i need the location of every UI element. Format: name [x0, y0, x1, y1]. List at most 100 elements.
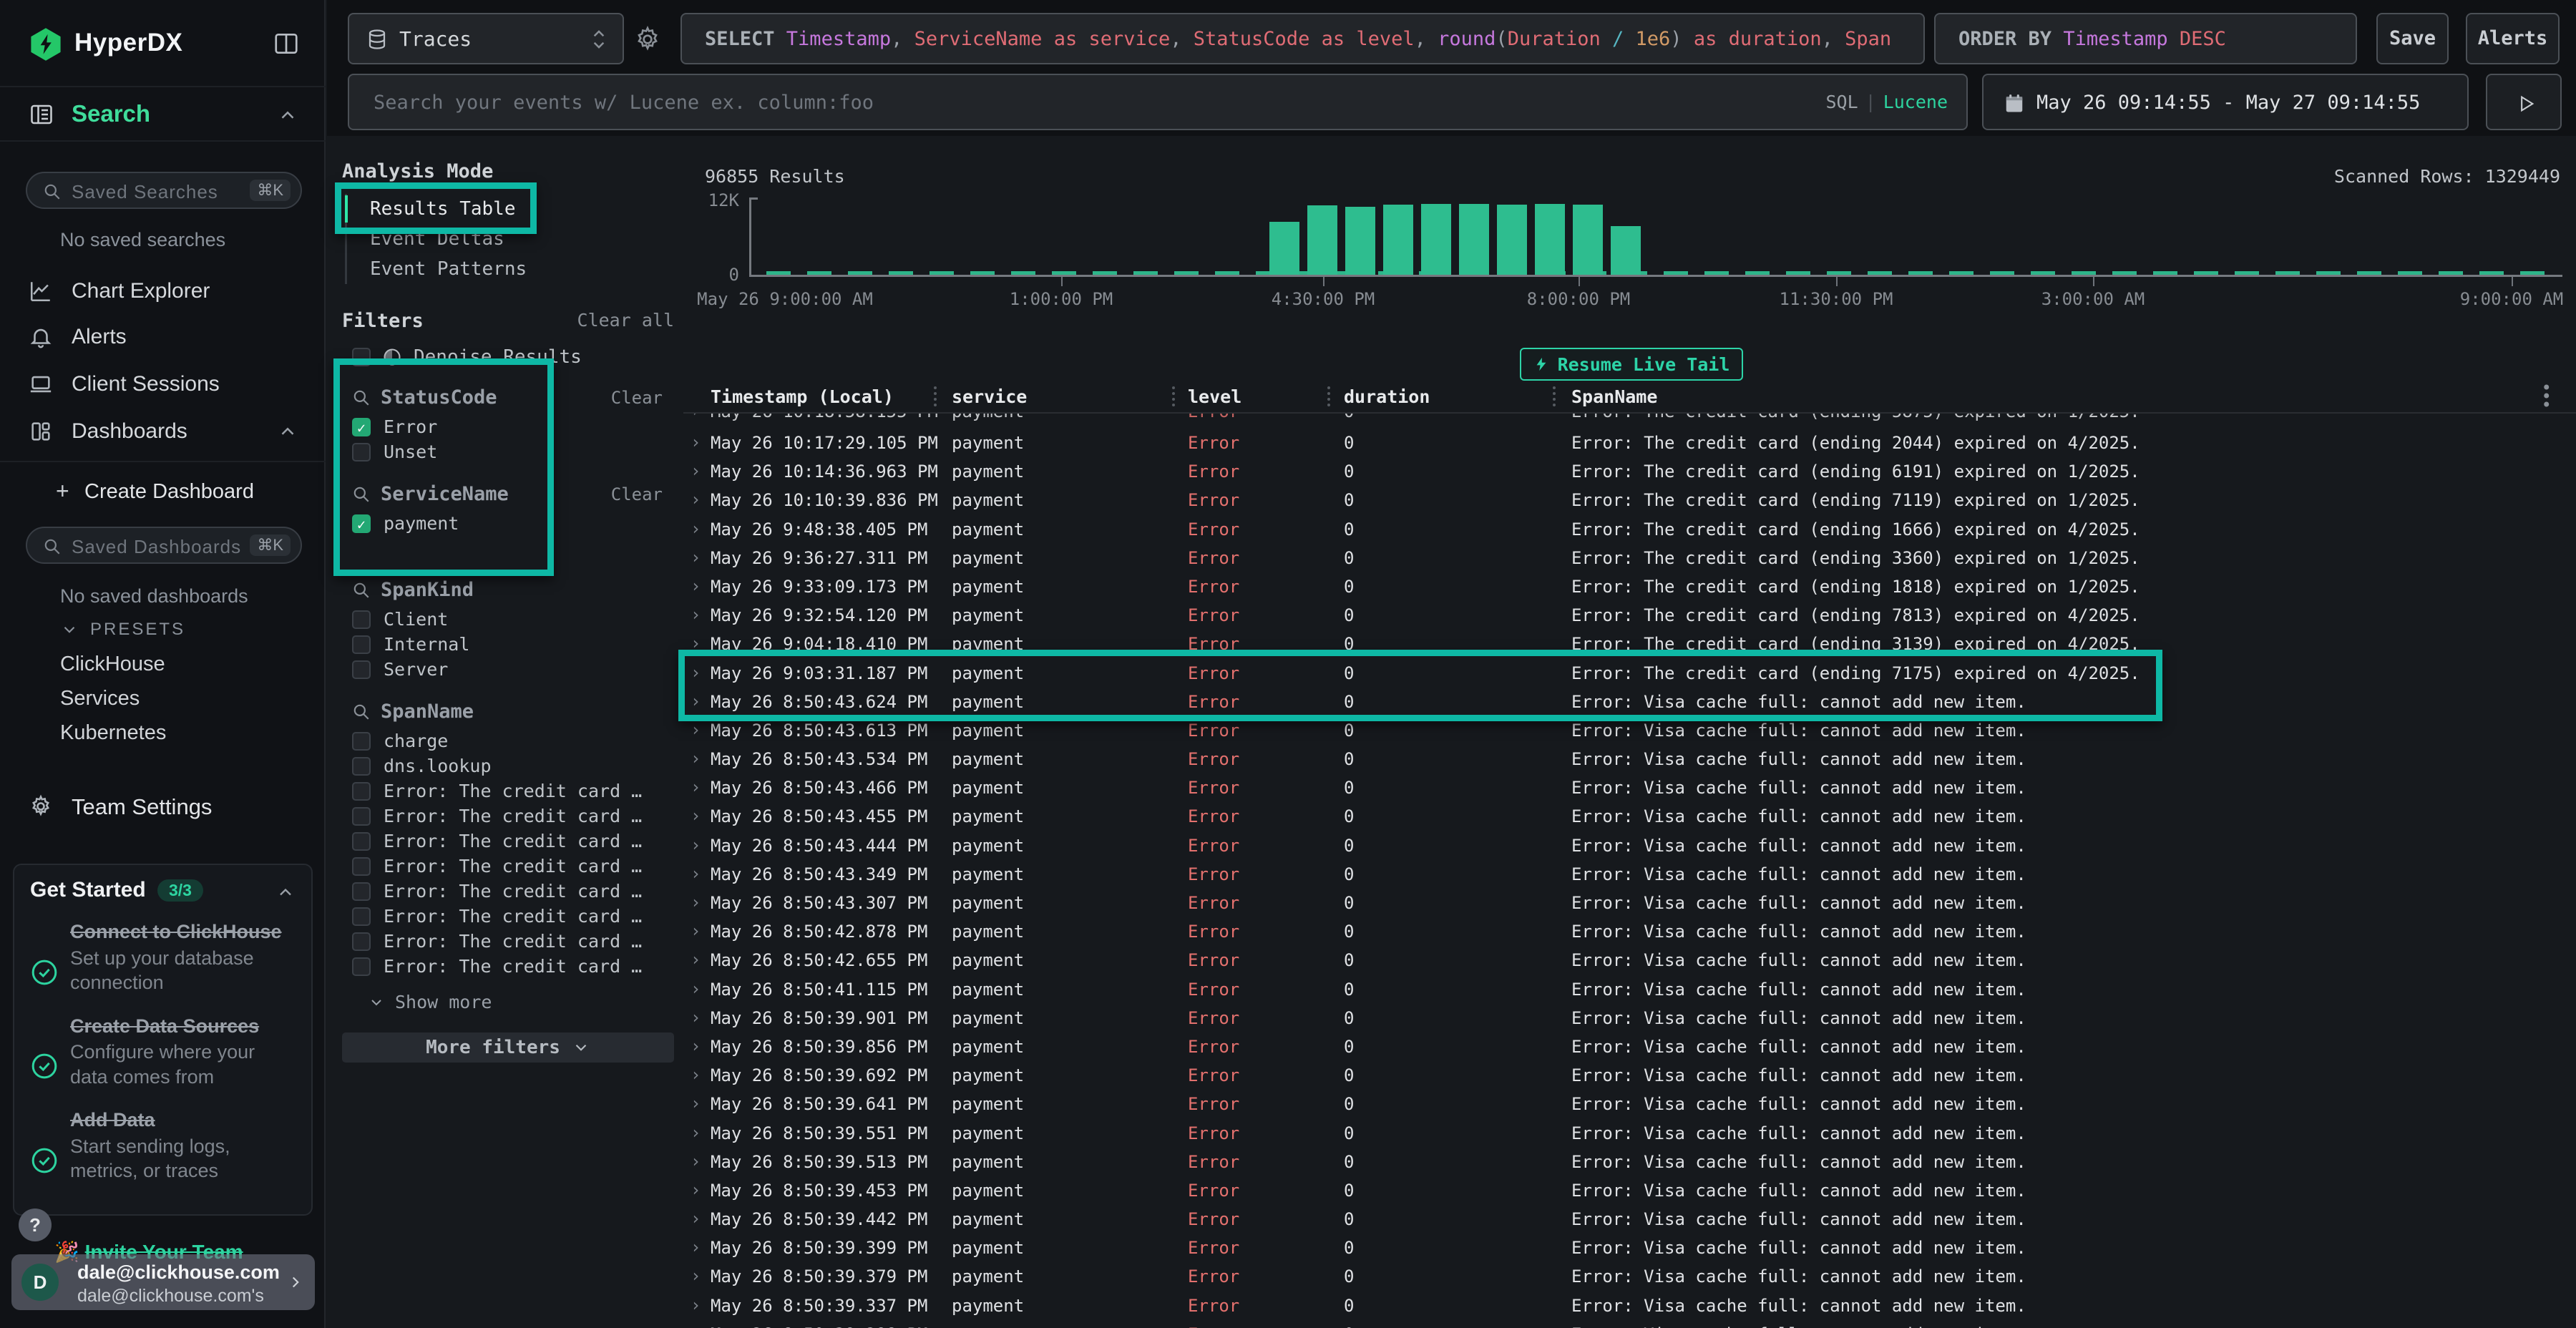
table-row[interactable]: ›May 26 8:50:39.453 PMpaymentError0Error…: [683, 1176, 2576, 1204]
table-row[interactable]: ›May 26 8:50:43.349 PMpaymentError0Error…: [683, 859, 2576, 888]
mode-event-deltas[interactable]: Event Deltas: [347, 224, 680, 254]
denoise-results-row[interactable]: Denoise Results: [352, 346, 680, 368]
alerts-button[interactable]: Alerts: [2466, 13, 2560, 64]
filter-checkbox[interactable]: ✓: [352, 514, 371, 533]
table-row[interactable]: ›May 26 8:50:43.624 PMpaymentError0Error…: [683, 687, 2576, 716]
preset-kubernetes[interactable]: Kubernetes: [60, 721, 166, 745]
table-row[interactable]: ›May 26 8:50:39.442 PMpaymentError0Error…: [683, 1204, 2576, 1233]
filter-option[interactable]: charge: [352, 728, 673, 753]
row-expand-chevron-icon[interactable]: ›: [691, 949, 701, 970]
run-query-button[interactable]: [2486, 74, 2562, 130]
sidebar-item-dashboards[interactable]: Dashboards: [0, 411, 326, 451]
histogram-bar[interactable]: [1573, 205, 1603, 275]
row-expand-chevron-icon[interactable]: ›: [691, 576, 701, 596]
col-timestamp[interactable]: Timestamp (Local): [711, 386, 894, 407]
get-started-item[interactable]: Add DataStart sending logs, metrics, or …: [14, 1100, 311, 1195]
table-row[interactable]: ›May 26 8:50:39.901 PMpaymentError0Error…: [683, 1003, 2576, 1032]
row-expand-chevron-icon[interactable]: ›: [691, 720, 701, 740]
filter-option[interactable]: Unset: [352, 439, 673, 464]
column-resize-handle[interactable]: [934, 386, 937, 406]
histogram-bar[interactable]: [1383, 205, 1413, 275]
histogram-bar[interactable]: [1497, 205, 1527, 275]
row-expand-chevron-icon[interactable]: ›: [691, 892, 701, 912]
mode-event-patterns[interactable]: Event Patterns: [347, 254, 680, 284]
row-expand-chevron-icon[interactable]: ›: [691, 1093, 701, 1113]
filter-checkbox[interactable]: [352, 610, 371, 629]
table-row[interactable]: ›May 26 8:50:39.379 PMpaymentError0Error…: [683, 1261, 2576, 1290]
filter-checkbox[interactable]: [352, 807, 371, 826]
more-filters-button[interactable]: More filters: [342, 1032, 674, 1063]
language-toggle[interactable]: SQL|Lucene: [1825, 92, 1948, 112]
table-row[interactable]: ›May 26 8:50:42.878 PMpaymentError0Error…: [683, 917, 2576, 945]
table-row[interactable]: ›May 26 8:50:43.466 PMpaymentError0Error…: [683, 773, 2576, 801]
row-expand-chevron-icon[interactable]: ›: [691, 691, 701, 711]
row-expand-chevron-icon[interactable]: ›: [691, 1151, 701, 1171]
filter-checkbox[interactable]: [352, 882, 371, 901]
row-expand-chevron-icon[interactable]: ›: [691, 1065, 701, 1085]
toggle-lucene[interactable]: Lucene: [1883, 92, 1948, 112]
mode-results-table[interactable]: Results Table: [347, 194, 680, 224]
row-expand-chevron-icon[interactable]: ›: [691, 1180, 701, 1200]
row-expand-chevron-icon[interactable]: ›: [691, 1324, 701, 1328]
table-row[interactable]: ›May 26 8:50:39.399 PMpaymentError0Error…: [683, 1233, 2576, 1261]
filter-option[interactable]: dns.lookup: [352, 753, 673, 778]
denoise-checkbox[interactable]: [352, 348, 371, 366]
filter-option[interactable]: Error: The credit card …: [352, 778, 673, 804]
table-row[interactable]: ›May 26 8:50:39.551 PMpaymentError0Error…: [683, 1118, 2576, 1147]
table-row[interactable]: ›May 26 8:50:43.444 PMpaymentError0Error…: [683, 831, 2576, 859]
col-service[interactable]: service: [952, 386, 1027, 407]
sidebar-item-search[interactable]: Search: [0, 92, 326, 139]
help-button[interactable]: ?: [19, 1209, 52, 1241]
chevron-up-icon[interactable]: [277, 104, 298, 126]
row-expand-chevron-icon[interactable]: ›: [691, 1123, 701, 1143]
histogram-bar[interactable]: [1307, 205, 1337, 275]
histogram-bar[interactable]: [1345, 207, 1375, 275]
chevron-up-icon[interactable]: [277, 421, 298, 442]
filter-option[interactable]: Error: The credit card …: [352, 954, 673, 979]
column-menu-icon[interactable]: •••: [2542, 384, 2552, 409]
histogram-baseline-buckets[interactable]: [766, 271, 2555, 275]
row-expand-chevron-icon[interactable]: ›: [691, 777, 701, 797]
search-icon[interactable]: [352, 581, 371, 600]
save-button[interactable]: Save: [2376, 13, 2449, 64]
table-row[interactable]: ›May 26 8:50:39.856 PMpaymentError0Error…: [683, 1032, 2576, 1060]
row-expand-chevron-icon[interactable]: ›: [691, 489, 701, 509]
order-by-editor[interactable]: ORDER BY Timestamp DESC: [1934, 13, 2357, 64]
preset-clickhouse[interactable]: ClickHouse: [60, 653, 165, 676]
table-row[interactable]: ›May 26 9:33:09.173 PMpaymentError0Error…: [683, 572, 2576, 600]
table-row[interactable]: ›May 26 9:32:54.120 PMpaymentError0Error…: [683, 600, 2576, 629]
table-row[interactable]: ›May 26 9:03:31.187 PMpaymentError0Error…: [683, 658, 2576, 687]
filter-checkbox[interactable]: [352, 857, 371, 876]
histogram-bar[interactable]: [1611, 226, 1641, 275]
sidebar-item-alerts[interactable]: Alerts: [0, 316, 326, 356]
table-row[interactable]: ›May 26 8:50:42.655 PMpaymentError0Error…: [683, 945, 2576, 974]
filter-option[interactable]: Client: [352, 607, 673, 632]
search-icon[interactable]: [352, 389, 371, 407]
row-expand-chevron-icon[interactable]: ›: [691, 605, 701, 625]
row-expand-chevron-icon[interactable]: ›: [691, 547, 701, 567]
filter-option[interactable]: Server: [352, 657, 673, 682]
table-row[interactable]: ›May 26 8:50:43.307 PMpaymentError0Error…: [683, 888, 2576, 917]
histogram-bar[interactable]: [1535, 204, 1565, 275]
table-row[interactable]: ›May 26 9:48:38.405 PMpaymentError0Error…: [683, 514, 2576, 543]
source-settings-gear-icon[interactable]: [633, 25, 662, 54]
table-row[interactable]: ›May 26 10:10:39.836 PMpaymentError0Erro…: [683, 485, 2576, 514]
date-range-picker[interactable]: May 26 09:14:55 - May 27 09:14:55: [1982, 74, 2469, 130]
filter-option[interactable]: ✓payment: [352, 511, 673, 536]
row-expand-chevron-icon[interactable]: ›: [691, 519, 701, 539]
table-row[interactable]: ›May 26 10:14:36.963 PMpaymentError0Erro…: [683, 456, 2576, 485]
sidebar-item-team-settings[interactable]: Team Settings: [0, 786, 326, 826]
presets-header[interactable]: PRESETS: [60, 620, 185, 640]
search-icon[interactable]: [352, 703, 371, 721]
row-expand-chevron-icon[interactable]: ›: [691, 633, 701, 653]
sidebar-collapse-icon[interactable]: [273, 30, 300, 57]
table-row[interactable]: ›May 26 8:50:41.115 PMpaymentError0Error…: [683, 975, 2576, 1003]
row-expand-chevron-icon[interactable]: ›: [691, 663, 701, 683]
table-row[interactable]: ›May 26 8:50:43.455 PMpaymentError0Error…: [683, 801, 2576, 830]
filter-checkbox[interactable]: [352, 907, 371, 926]
column-resize-handle[interactable]: [1172, 386, 1175, 406]
filter-checkbox[interactable]: [352, 732, 371, 751]
filter-checkbox[interactable]: [352, 832, 371, 851]
table-row[interactable]: ›May 26 8:50:43.613 PMpaymentError0Error…: [683, 716, 2576, 744]
row-expand-chevron-icon[interactable]: ›: [691, 748, 701, 768]
